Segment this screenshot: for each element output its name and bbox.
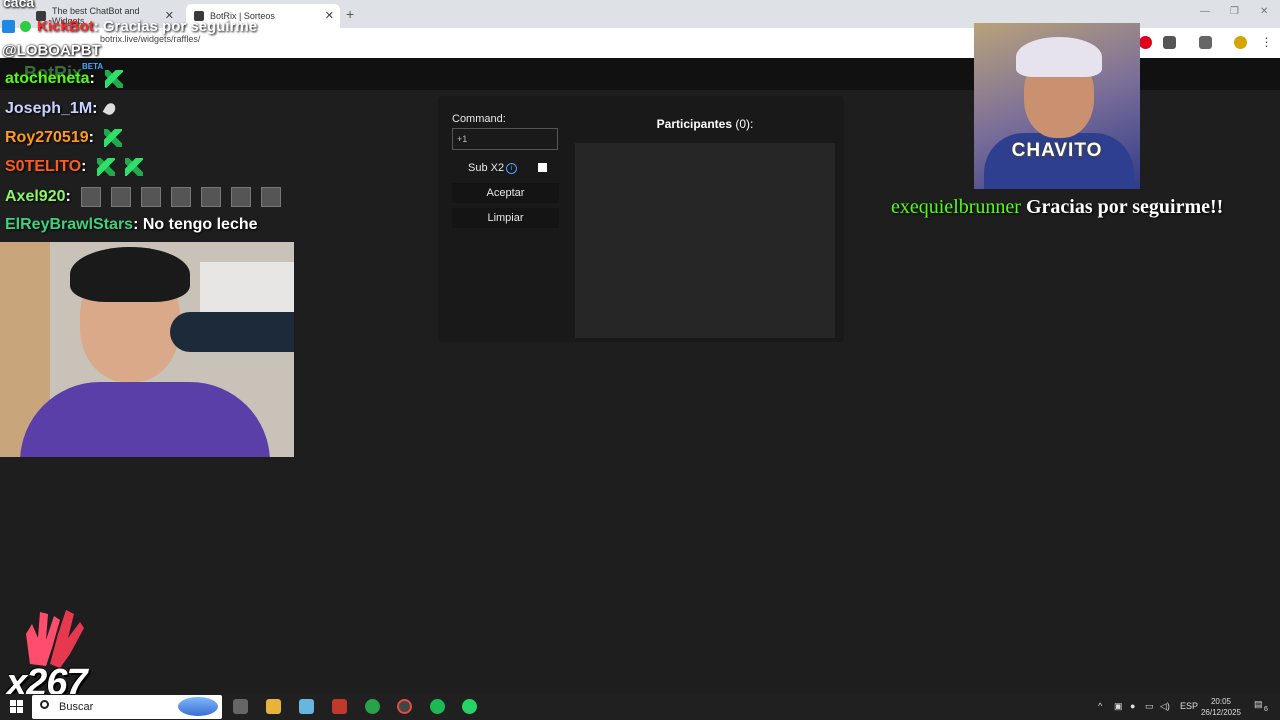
search-icon [40,700,49,709]
chat-text: : [81,158,87,175]
emote-icon [124,158,143,176]
chat-user: atocheneta [5,70,90,87]
url-text[interactable]: botrix.live/widgets/raffles/ [100,34,200,44]
emote-icon [140,187,161,207]
kickbot-name: KickBot [37,18,94,35]
tray-chevron-icon[interactable]: ^ [1098,701,1102,711]
accept-button[interactable]: Aceptar [452,183,559,203]
language-indicator[interactable]: ESP [1180,701,1198,711]
emote-icon [96,158,115,176]
chat-message: S0TELITO : [5,158,143,176]
capture-icon[interactable] [1199,36,1212,49]
new-tab-icon[interactable]: + [346,6,354,22]
chat-user: Axel920 [5,188,66,205]
mention-text: @LOBOAPBT [2,42,101,59]
menu-icon[interactable]: ⋮ [1260,36,1273,49]
chat-message: ElReyBrawlStars : No tengo leche [5,216,258,234]
webcam-feed [0,242,294,457]
search-placeholder: Buscar [59,701,94,713]
maximize-icon[interactable]: ❐ [1230,6,1239,17]
participants-list [575,143,835,338]
task-view-icon[interactable] [233,699,248,714]
emote-icon [260,187,281,207]
notification-center-icon[interactable]: ▤ [1254,699,1263,710]
verified-icon [20,21,31,32]
tray-app-icon[interactable]: ▣ [1114,701,1123,712]
tab-close-icon[interactable]: ✕ [325,9,334,22]
follow-user: exequielbrunner [891,196,1021,218]
kickbot-message: KickBot : Gracias por seguirme [0,18,257,35]
chat-message: atocheneta : [5,70,123,88]
emote-icon [80,187,101,207]
extensions-icon[interactable] [1163,36,1176,49]
emote-icon [200,187,221,207]
chat-text: : [89,70,95,87]
clock-time: 20:05 [1210,697,1232,706]
app-icon[interactable] [332,699,347,714]
chat-text: : [92,100,98,117]
chrome-icon[interactable] [365,699,380,714]
close-window-icon[interactable]: ✕ [1260,6,1268,17]
microphone-icon[interactable]: ● [1130,701,1135,711]
search-highlight-icon[interactable] [178,697,218,716]
emote-icon [230,187,251,207]
chat-message: Roy270519 : [5,129,122,147]
participants-title: Participantes (0): [576,117,834,131]
overlay-top-text: caca [3,0,35,10]
info-icon[interactable]: i [506,163,517,174]
follow-alert-text: exequielbrunner Gracias por seguirme!! [891,196,1223,219]
chat-text: : [88,129,94,146]
emote-icon [104,70,123,88]
chat-text: : [65,188,71,205]
opera-extension-icon[interactable] [1139,36,1152,49]
feather-emote-icon [103,101,118,117]
clock-date: 26/12/2025 [1200,708,1242,717]
chat-message: Joseph_1M : [5,100,118,118]
volume-icon[interactable]: ◁) [1160,701,1170,712]
participants-count: (0): [735,117,754,131]
emote-icon [103,129,122,147]
clear-button[interactable]: Limpiar [452,208,559,228]
spotify-icon[interactable] [430,699,445,714]
minimize-icon[interactable]: — [1200,6,1210,17]
alert-caption: CHAVITO [1011,140,1103,161]
taskbar-clock[interactable]: 20:05 26/12/2025 [1200,696,1242,718]
network-icon[interactable]: ▭ [1145,701,1154,712]
follow-alert-image [974,23,1140,189]
kickbot-msg: : Gracias por seguirme [93,18,258,35]
obs-icon[interactable] [397,699,412,714]
chat-user: S0TELITO [5,158,82,175]
command-label: Command: [452,113,506,125]
participants-label: Participantes [656,117,733,131]
windows-start-icon[interactable] [10,700,23,713]
chat-user: Roy270519 [5,129,89,146]
emote-icon [170,187,191,207]
sub-x2-checkbox[interactable] [538,163,547,172]
chat-user: ElReyBrawlStars [5,216,134,233]
follow-msg: Gracias por seguirme!! [1020,196,1224,218]
command-input[interactable] [452,128,558,150]
chat-message: Axel920 : [5,187,281,207]
notification-count: 6 [1264,706,1268,713]
clapping-hands-icon [26,610,84,668]
emote-icon [110,187,131,207]
sub-x2-label: Sub X2 [468,162,505,174]
chat-text: : No tengo leche [133,216,258,233]
notepad-icon[interactable] [299,699,314,714]
whatsapp-icon[interactable] [462,699,477,714]
file-explorer-icon[interactable] [266,699,281,714]
chat-user: Joseph_1M [5,100,93,117]
profile-avatar-icon[interactable] [1234,36,1247,49]
kick-icon [2,20,15,33]
